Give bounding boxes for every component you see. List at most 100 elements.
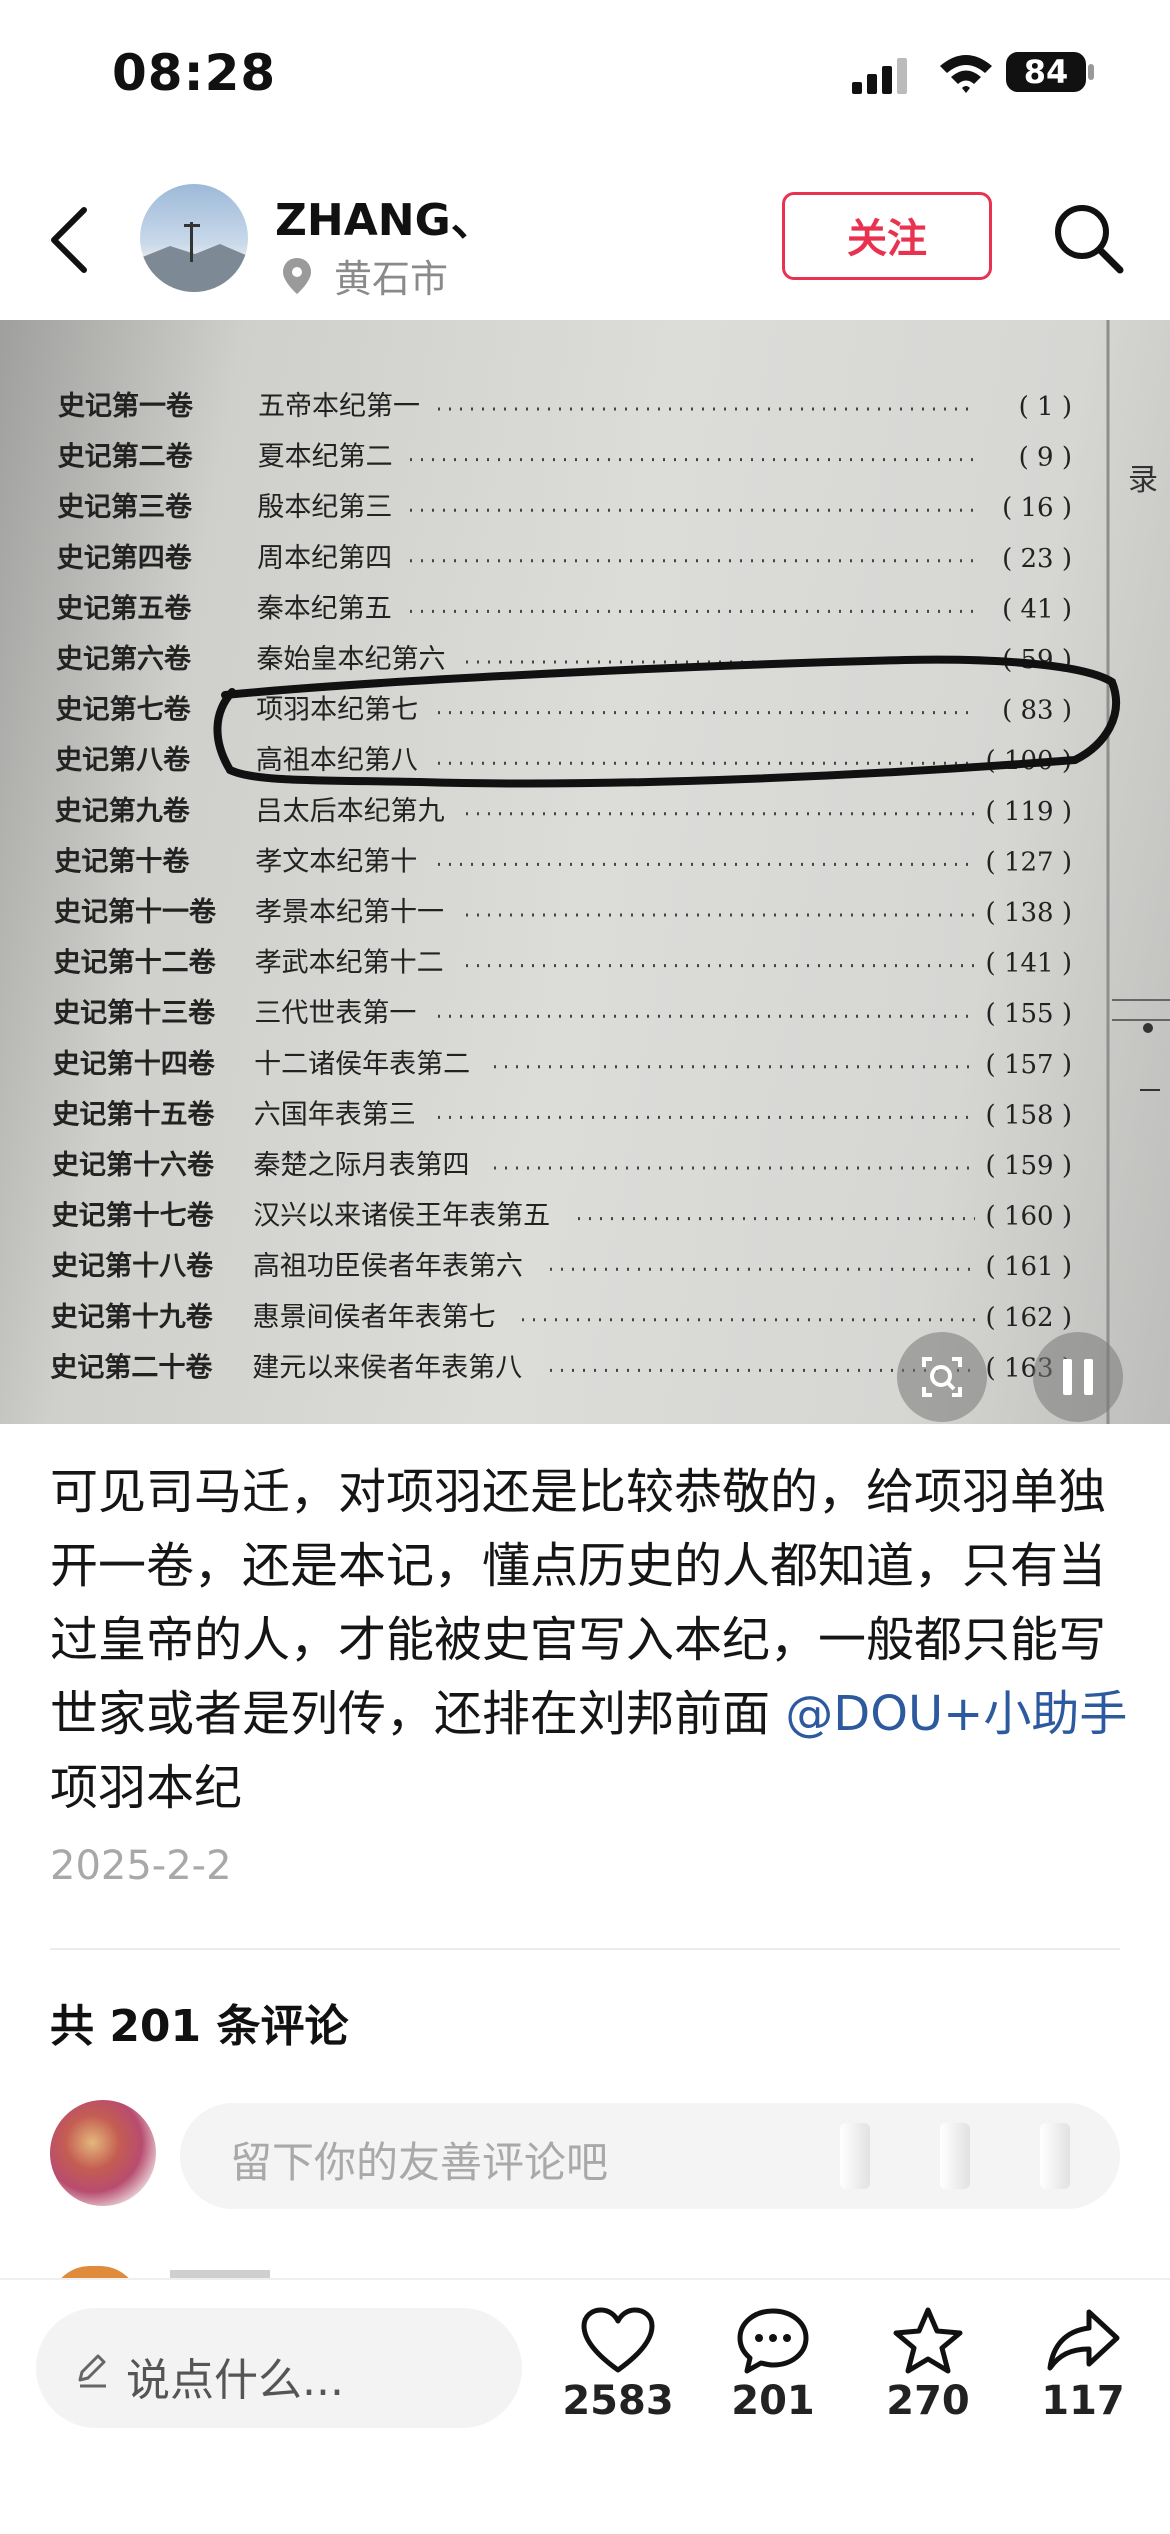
toc-title: 五帝本纪第一 (258, 391, 420, 422)
toc-volume: 史记第一卷 (58, 390, 194, 422)
toc-title: 孝景本纪第十一 (255, 897, 444, 928)
comment-button[interactable]: 201 (703, 2306, 843, 2424)
my-avatar (50, 2100, 156, 2206)
toc-row: 史记第十二卷 孝武本纪第十二 ( 141 ) (54, 947, 1072, 979)
screenshot-search-button[interactable] (897, 1332, 987, 1422)
toc-row: 史记第四卷 周本纪第四 ( 23 ) (57, 542, 1072, 574)
toc-page-number: ( 41 ) (1002, 594, 1072, 624)
toc-page-number: ( 141 ) (986, 949, 1072, 979)
wifi-icon (940, 55, 992, 93)
toc-row: 史记第七卷 项羽本纪第七 ( 83 ) (56, 694, 1072, 726)
caption-tag[interactable]: 项羽本纪 (50, 1760, 242, 1816)
follow-button[interactable]: 关注 (782, 192, 992, 280)
toc-title: 秦本纪第五 (257, 593, 392, 624)
toc-title: 高祖功臣侯者年表第六 (253, 1251, 523, 1282)
toc-row: 史记第五卷 秦本纪第五 ( 41 ) (56, 592, 1072, 624)
toc-title: 秦始皇本纪第六 (257, 644, 446, 675)
toc-volume: 史记第十三卷 (53, 997, 216, 1029)
toc-volume: 史记第十七卷 (52, 1200, 215, 1232)
star-icon (893, 2307, 963, 2374)
toc-page-number: ( 158 ) (986, 1100, 1072, 1130)
toc-title: 建元以来侯者年表第八 (252, 1352, 522, 1383)
toc-volume: 史记第二十卷 (50, 1351, 213, 1383)
share-button[interactable]: 117 (1013, 2306, 1153, 2424)
favorite-count: 270 (886, 2378, 970, 2424)
toc-title: 汉兴以来诸侯王年表第五 (253, 1201, 550, 1232)
share-count: 117 (1041, 2378, 1125, 2424)
toc-volume: 史记第八卷 (55, 744, 191, 776)
like-count: 2583 (562, 2378, 674, 2424)
toc-page-number: ( 127 ) (986, 847, 1072, 877)
toc-volume: 史记第十四卷 (53, 1048, 216, 1080)
toc-title: 项羽本纪第七 (256, 695, 418, 726)
pause-icon (1063, 1359, 1093, 1395)
toc-volume: 史记第三卷 (57, 491, 193, 523)
post-caption: 可见司马迁，对项羽还是比较恭敬的，给项羽单独开一卷，还是本记，懂点历史的人都知道… (50, 1455, 1130, 1825)
like-button[interactable]: 2583 (548, 2306, 688, 2424)
status-bar: 08:28 84 (0, 0, 1170, 150)
toc-page-number: ( 119 ) (986, 797, 1072, 827)
toc-row: 史记第十四卷 十二诸侯年表第二 ( 157 ) (53, 1048, 1072, 1080)
favorite-button[interactable]: 270 (858, 2306, 998, 2424)
post-date: 2025-2-2 (50, 1843, 232, 1889)
author-avatar[interactable] (140, 184, 248, 292)
comment-count-number: 201 (731, 2378, 815, 2424)
location-pin-icon (283, 258, 311, 294)
toc-title: 秦楚之际月表第四 (254, 1150, 470, 1181)
edit-icon (78, 2354, 106, 2388)
toc-title: 高祖本纪第八 (256, 745, 418, 776)
toc-row: 史记第十七卷 汉兴以来诸侯王年表第五 ( 160 ) (52, 1200, 1072, 1232)
toc-row: 史记第十五卷 六国年表第三 ( 158 ) (52, 1098, 1072, 1130)
toc-volume: 史记第十一卷 (54, 896, 217, 928)
toc-row: 史记第十九卷 惠景间侯者年表第七 ( 162 ) (51, 1301, 1072, 1333)
post-header: ZHANG、 黄石市 关注 (0, 170, 1170, 320)
toc-title: 夏本纪第二 (258, 442, 393, 473)
battery-indicator: 84 (1006, 52, 1086, 92)
toc-title: 六国年表第三 (254, 1099, 416, 1130)
toc-volume: 史记第十五卷 (52, 1098, 215, 1130)
signal-icon (852, 58, 907, 94)
toc-row: 史记第十三卷 三代世表第一 ( 155 ) (53, 997, 1072, 1029)
search-icon[interactable] (1050, 200, 1126, 276)
comment-input-placeholder: 留下你的友善评论吧 (230, 2138, 609, 2187)
heart-icon (581, 2307, 655, 2373)
toc-volume: 史记第九卷 (55, 795, 191, 827)
toc-title: 周本纪第四 (257, 543, 392, 574)
comment-icon (737, 2308, 809, 2374)
toc-page-number: ( 159 ) (986, 1151, 1072, 1181)
toc-volume: 史记第十九卷 (51, 1301, 214, 1333)
toc-row: 史记第一卷 五帝本纪第一 ( 1 ) (58, 390, 1072, 422)
comment-count: 共 201 条评论 (50, 2001, 349, 2052)
comment-input[interactable]: 留下你的友善评论吧 (180, 2103, 1120, 2209)
toc-title: 吕太后本纪第九 (256, 796, 445, 827)
author-location: 黄石市 (334, 257, 449, 301)
toc-row: 史记第十八卷 高祖功臣侯者年表第六 ( 161 ) (51, 1250, 1072, 1282)
toc-row: 史记第十一卷 孝景本纪第十一 ( 138 ) (54, 896, 1072, 928)
toc-page-number: ( 1 ) (1019, 392, 1072, 422)
toc-page-number: ( 9 ) (1019, 443, 1072, 473)
back-icon[interactable] (40, 200, 100, 280)
post-photo[interactable]: 录 史记第一卷 五帝本纪第一 ( 1 ) 史记第二卷 夏本纪第二 ( 9 ) 史记第三卷 殷本… (0, 320, 1170, 1424)
toc-page-number: ( 160 ) (986, 1202, 1072, 1232)
toc-volume: 史记第七卷 (56, 694, 192, 726)
say-something-placeholder: 说点什么... (126, 2355, 344, 2406)
toc-row: 史记第十六卷 秦楚之际月表第四 ( 159 ) (52, 1149, 1072, 1181)
author-name[interactable]: ZHANG、 (275, 184, 495, 248)
screenshot-search-icon (922, 1357, 962, 1397)
toc-title: 十二诸侯年表第二 (254, 1049, 470, 1080)
toc-volume: 史记第十卷 (54, 845, 190, 877)
pause-button[interactable] (1033, 1332, 1123, 1422)
mention-link[interactable]: @DOU+小助手 (785, 1686, 1127, 1742)
toc-page-number: ( 138 ) (986, 898, 1072, 928)
divider (50, 1948, 1120, 1950)
toc-page: 录 史记第一卷 五帝本纪第一 ( 1 ) 史记第二卷 夏本纪第二 ( 9 ) 史记第三卷 殷本… (50, 320, 1170, 1424)
toc-volume: 史记第十六卷 (52, 1149, 215, 1181)
say-something-input[interactable]: 说点什么... (36, 2308, 522, 2428)
toc-title: 殷本纪第三 (257, 492, 392, 523)
toc-title: 惠景间侯者年表第七 (253, 1302, 496, 1333)
status-time: 08:28 (112, 44, 277, 102)
toc-row: 史记第三卷 殷本纪第三 ( 16 ) (57, 491, 1072, 523)
toc-volume: 史记第五卷 (56, 592, 192, 624)
toc-volume: 史记第六卷 (56, 643, 192, 675)
battery-tip (1088, 64, 1094, 80)
